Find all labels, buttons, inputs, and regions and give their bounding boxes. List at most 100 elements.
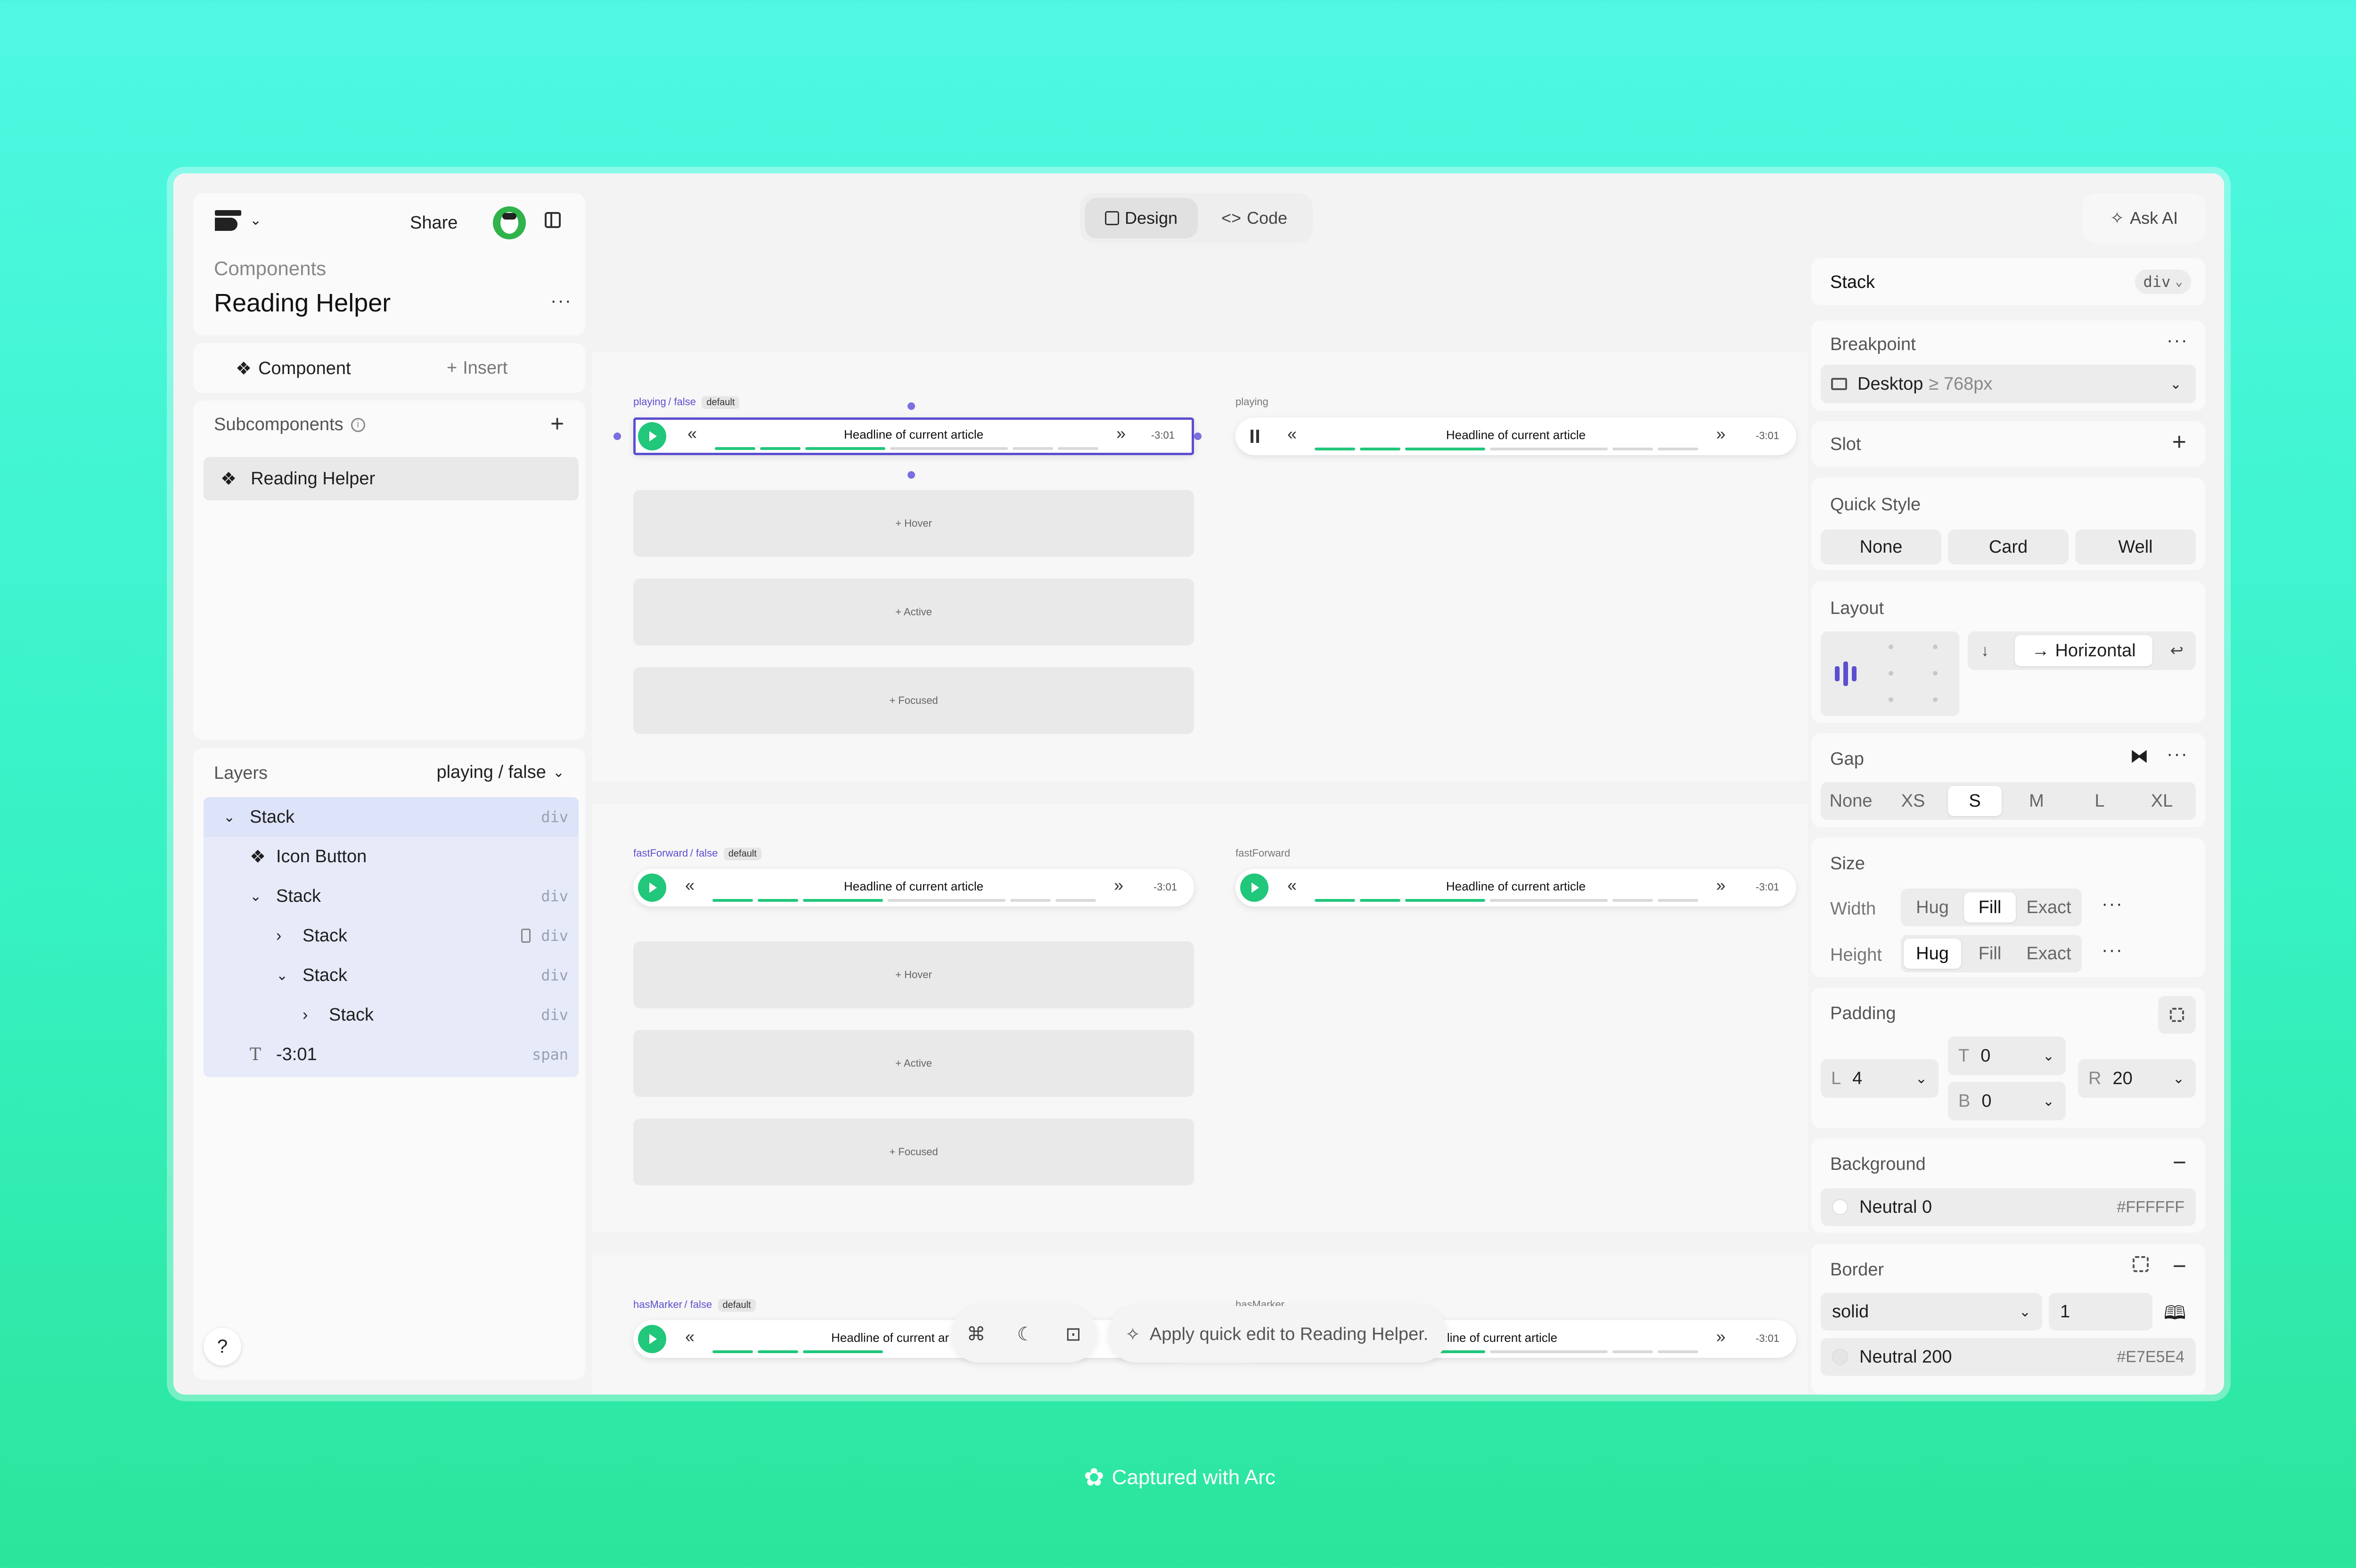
progress-seg [1612, 899, 1653, 902]
add-hover-state[interactable]: + Hover [633, 941, 1194, 1008]
ask-ai-button[interactable]: ✧ Ask AI [2083, 193, 2205, 243]
player-title: Headline of current article [1446, 879, 1586, 893]
padding-bottom-field[interactable]: B 0 ⌄ [1948, 1082, 2066, 1120]
wrap-icon[interactable]: ↩ [2170, 641, 2184, 660]
moon-icon[interactable]: ☾ [1017, 1323, 1034, 1345]
tab-design[interactable]: Design [1085, 198, 1198, 238]
player[interactable]: « Headline of current article » -3:01 [633, 869, 1194, 906]
forward-icon[interactable]: » [1716, 875, 1726, 895]
quick-style-well[interactable]: Well [2075, 530, 2196, 564]
tab-insert[interactable]: + Insert [447, 358, 507, 378]
more-icon[interactable]: ··· [2167, 330, 2188, 351]
border-style-select[interactable]: solid ⌄ [1821, 1293, 2042, 1331]
layer-row[interactable]: ⌄ Stack div [205, 797, 580, 837]
book-icon[interactable]: 🕮 [2164, 1299, 2186, 1331]
quick-style-none[interactable]: None [1821, 530, 1941, 564]
chevron-down-icon[interactable]: ⌄ [250, 212, 262, 229]
forward-icon[interactable]: » [1716, 1327, 1726, 1347]
border-sides-icon[interactable] [2133, 1256, 2149, 1272]
quick-style-card[interactable]: Card [1948, 530, 2069, 564]
add-hover-state[interactable]: + Hover [633, 490, 1194, 557]
share-button[interactable]: Share [410, 213, 458, 233]
layer-row[interactable]: › Stack div [205, 995, 580, 1035]
player-selected[interactable]: « Headline of current article » -3:01 [633, 417, 1194, 455]
variant-label[interactable]: hasMarker / false default [633, 1298, 756, 1312]
play-icon[interactable] [638, 1325, 666, 1353]
player-paused[interactable]: « Headline of current article » -3:01 [1235, 417, 1796, 455]
variant-label-alt[interactable]: fastForward [1235, 847, 1290, 859]
subcomponent-item[interactable]: ❖ Reading Helper [204, 457, 579, 500]
width-option-exact[interactable]: Exact [2019, 892, 2079, 923]
player[interactable]: « Headline of current article » -3:01 [1235, 869, 1796, 906]
padding-right-field[interactable]: R 20 ⌄ [2078, 1059, 2196, 1098]
padding-left-field[interactable]: L 4 ⌄ [1821, 1059, 1939, 1098]
layer-tag: div [541, 1006, 568, 1024]
breakpoint-select[interactable]: Desktop ≥ 768px ⌄ [1821, 365, 2196, 403]
add-subcomponent-button[interactable]: + [550, 410, 564, 437]
border-width-field[interactable]: 1 [2049, 1293, 2152, 1331]
element-tag-select[interactable]: div ⌄ [2135, 270, 2191, 294]
width-option-fill[interactable]: Fill [1964, 892, 2016, 923]
variant-label-alt[interactable]: playing [1235, 396, 1268, 408]
resize-handle[interactable] [908, 471, 915, 479]
layer-row[interactable]: T -3:01 span [205, 1035, 580, 1074]
quick-edit-input[interactable]: ✧ Apply quick edit to Reading Helper. [1108, 1306, 1448, 1363]
remove-border-button[interactable]: − [2173, 1252, 2186, 1280]
alignment-grid[interactable] [1821, 631, 1959, 716]
border-color-field[interactable]: Neutral 200 #E7E5E4 [1821, 1338, 2196, 1376]
layer-row[interactable]: ❖ Icon Button [205, 837, 580, 876]
variant-label[interactable]: fastForward / false default [633, 847, 761, 860]
resize-handle[interactable] [1194, 433, 1202, 440]
resize-handle[interactable] [614, 433, 621, 440]
add-slot-button[interactable]: + [2172, 428, 2186, 456]
height-option-exact[interactable]: Exact [2019, 939, 2079, 969]
tab-component[interactable]: ❖ Component [236, 358, 351, 379]
tab-code[interactable]: <> Code [1203, 198, 1306, 238]
more-icon[interactable]: ··· [2167, 743, 2188, 765]
gap-option-none[interactable]: None [1821, 786, 1881, 816]
gap-option-l[interactable]: L [2070, 786, 2129, 816]
layer-row[interactable]: › Stack div [205, 916, 580, 956]
direction-horizontal[interactable]: → Horizontal [2015, 635, 2152, 666]
background-color-field[interactable]: Neutral 0 #FFFFFF [1821, 1188, 2196, 1226]
breadcrumb[interactable]: Components [214, 257, 326, 280]
add-active-state[interactable]: + Active [633, 579, 1194, 645]
present-icon[interactable]: ⊡ [1065, 1323, 1081, 1345]
height-option-fill[interactable]: Fill [1964, 939, 2016, 969]
command-icon[interactable]: ⌘ [966, 1323, 985, 1345]
logo-icon[interactable] [214, 207, 243, 237]
add-focused-state[interactable]: + Focused [633, 1119, 1194, 1185]
padding-sides-icon[interactable] [2158, 996, 2196, 1034]
color-swatch [1832, 1349, 1848, 1365]
help-button[interactable]: ? [204, 1328, 241, 1365]
gap-option-xl[interactable]: XL [2133, 786, 2191, 816]
gap-distribute-icon[interactable]: ⧓ [2130, 745, 2149, 767]
forward-icon[interactable]: » [1114, 875, 1123, 895]
captured-with-arc: ✿ Captured with Arc [1084, 1463, 1276, 1492]
add-active-state[interactable]: + Active [633, 1030, 1194, 1097]
avatar[interactable] [493, 206, 526, 239]
gap-option-s[interactable]: S [1948, 786, 2002, 816]
width-option-hug[interactable]: Hug [1904, 892, 1961, 923]
direction-label: Horizontal [2055, 640, 2136, 661]
gap-option-m[interactable]: M [2007, 786, 2066, 816]
info-icon[interactable]: i [351, 417, 365, 432]
arrow-down-icon[interactable]: ↓ [1981, 642, 1989, 660]
variant-label[interactable]: playing / false default [633, 396, 740, 409]
forward-icon[interactable]: » [1716, 424, 1726, 444]
gap-option-xs[interactable]: XS [1884, 786, 1942, 816]
resize-handle[interactable] [908, 402, 915, 410]
rewind-icon[interactable]: « [685, 1327, 695, 1347]
forward-icon[interactable]: » [1116, 424, 1126, 443]
layer-row[interactable]: ⌄ Stack div [205, 956, 580, 995]
more-icon[interactable]: ··· [550, 290, 572, 311]
sidebar-toggle-icon[interactable] [545, 212, 561, 228]
height-option-hug[interactable]: Hug [1904, 939, 1961, 969]
add-focused-state[interactable]: + Focused [633, 667, 1194, 734]
more-icon[interactable]: ··· [2102, 939, 2123, 961]
remove-background-button[interactable]: − [2173, 1149, 2186, 1176]
layers-variant-select[interactable]: playing / false ⌄ [436, 762, 564, 783]
more-icon[interactable]: ··· [2102, 893, 2123, 915]
padding-top-field[interactable]: T 0 ⌄ [1948, 1037, 2066, 1075]
layer-row[interactable]: ⌄ Stack div [205, 876, 580, 916]
